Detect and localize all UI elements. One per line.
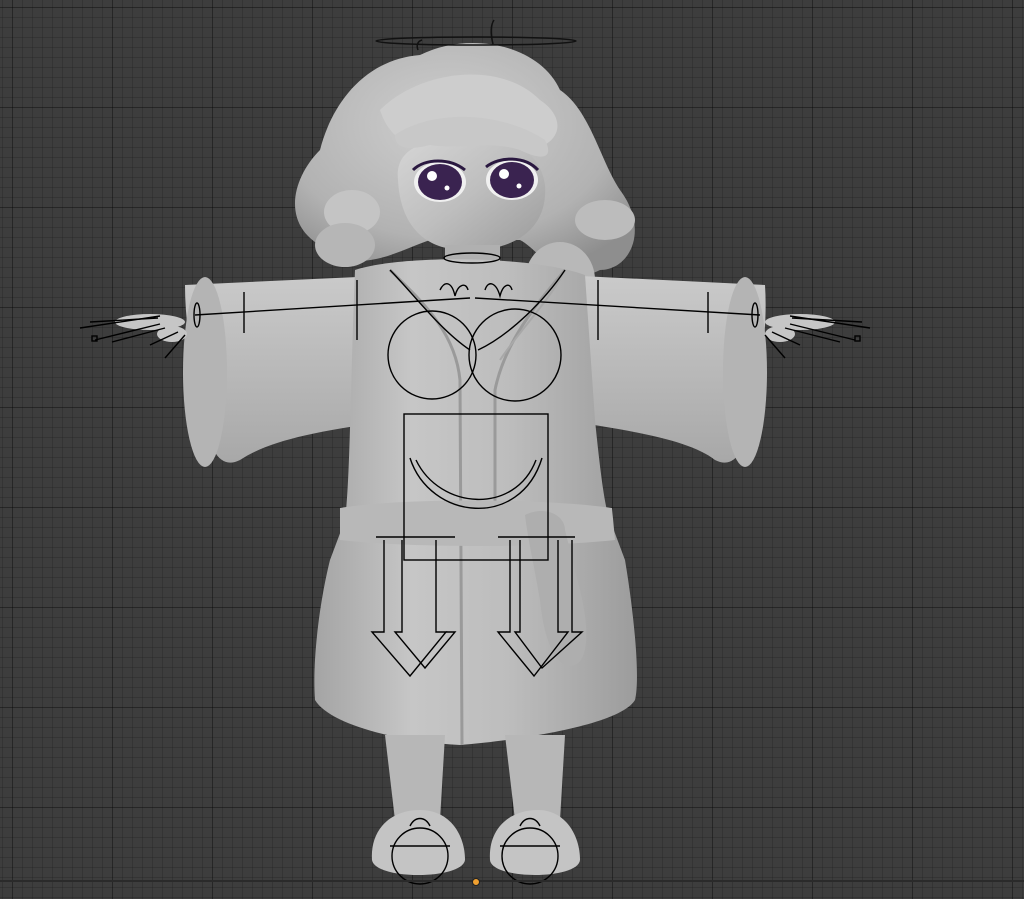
halo-control[interactable] xyxy=(375,19,577,51)
legs-mesh xyxy=(385,735,565,820)
3d-viewport[interactable] xyxy=(0,0,1024,899)
floor-grid-axis xyxy=(0,880,1024,882)
world-origin-marker xyxy=(472,878,480,886)
scene-render xyxy=(79,19,871,885)
slippers-mesh xyxy=(371,810,580,875)
